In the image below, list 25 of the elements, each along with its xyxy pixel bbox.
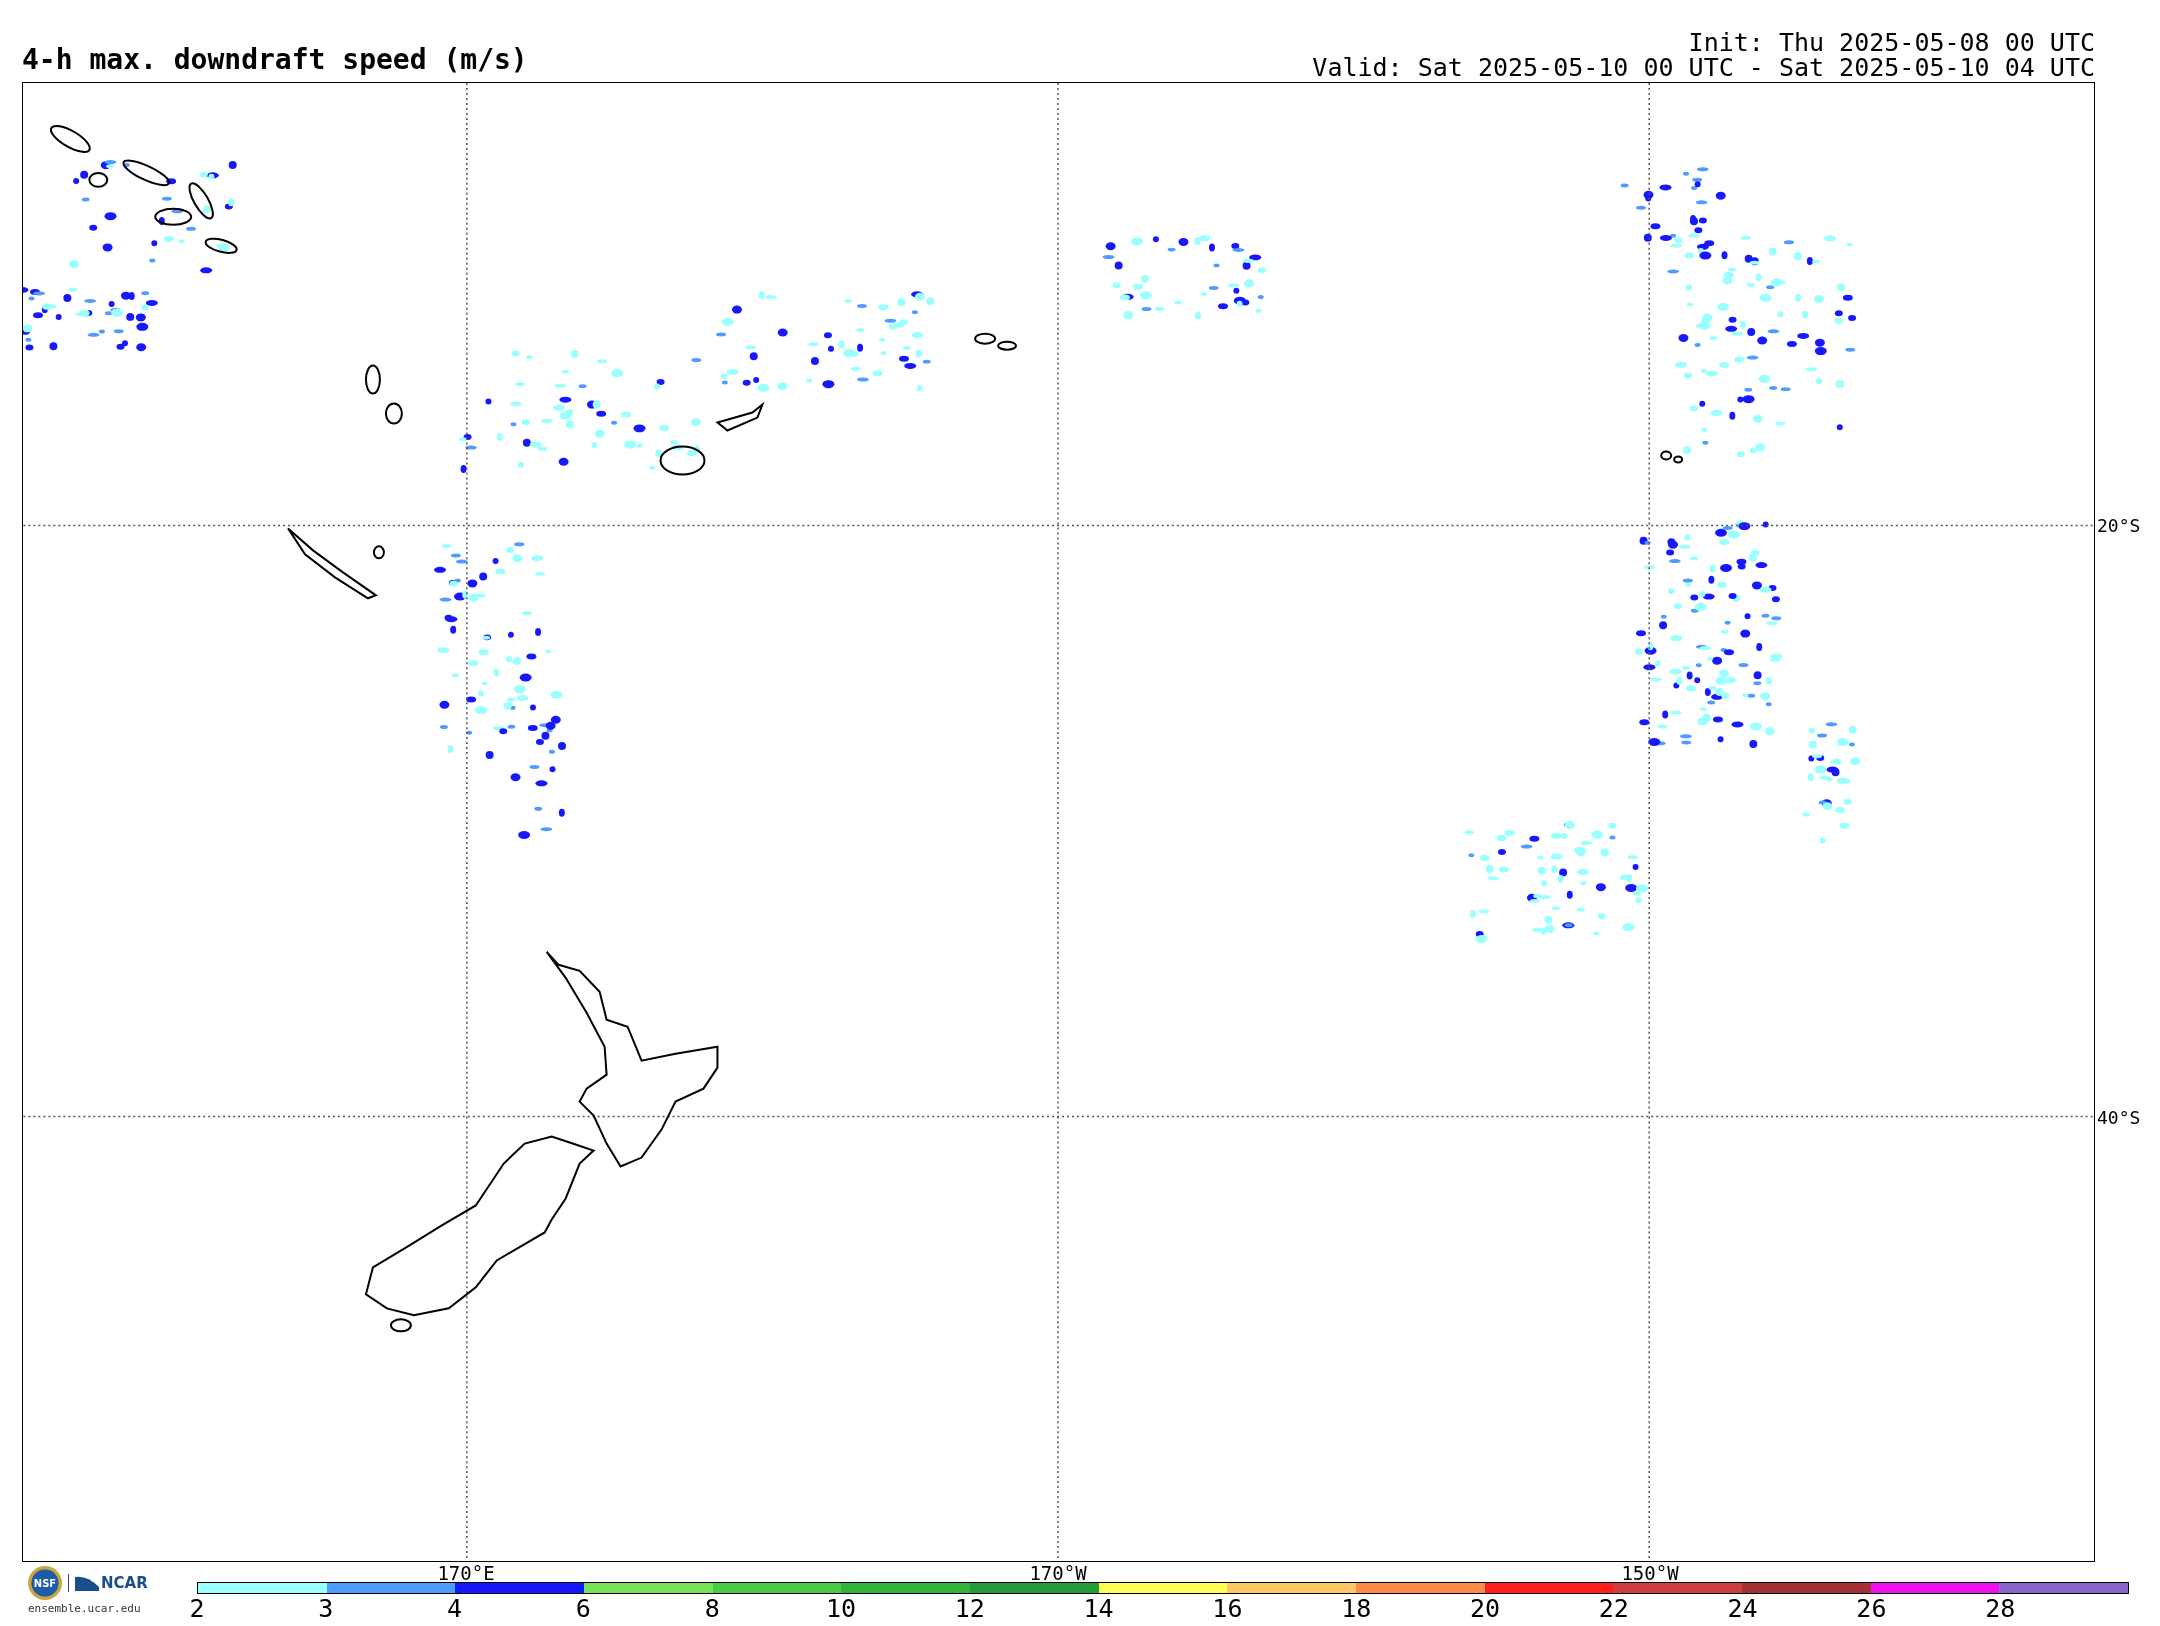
colorbar-tick-label: 20 (1469, 1594, 1501, 1623)
nsf-logo: NSF (28, 1566, 62, 1600)
chart-title: 4-h max. downdraft speed (m/s) (22, 43, 528, 78)
longitude-label: 170°W (1029, 1562, 1087, 1584)
colorbar-tick-label: 12 (954, 1594, 985, 1623)
init-time: Init: Thu 2025-05-08 00 UTC (1688, 30, 2095, 55)
ncar-logo: NCAR (68, 1574, 148, 1592)
colorbar-tick-label: 3 (318, 1594, 334, 1623)
colorbar-tick-label: 6 (575, 1594, 591, 1623)
colorbar-tick-label: 14 (1083, 1594, 1114, 1623)
colorbar-tick-label: 18 (1341, 1594, 1372, 1623)
latitude-label: 40°S (2097, 1106, 2141, 1128)
colorbar-tick-label: 28 (1985, 1594, 2016, 1623)
colorbar-tick-label: 4 (447, 1594, 463, 1623)
colorbar-tick-label: 2 (189, 1594, 205, 1623)
colorbar-tick-label: 22 (1598, 1594, 1629, 1623)
longitude-label: 150°W (1621, 1562, 1679, 1584)
colorbar-tick-label: 8 (704, 1594, 720, 1623)
colorbar-tick-label: 16 (1212, 1594, 1243, 1623)
latitude-label: 20°S (2097, 514, 2141, 536)
colorbar-tick-label: 24 (1727, 1594, 1758, 1623)
valid-time: Valid: Sat 2025-05-10 00 UTC - Sat 2025-05-10 04 UTC (1312, 55, 2095, 80)
colorbar-tick-label: 26 (1856, 1594, 1887, 1623)
colorbar-tick-label: 10 (825, 1594, 857, 1623)
longitude-label: 170°E (437, 1562, 495, 1584)
